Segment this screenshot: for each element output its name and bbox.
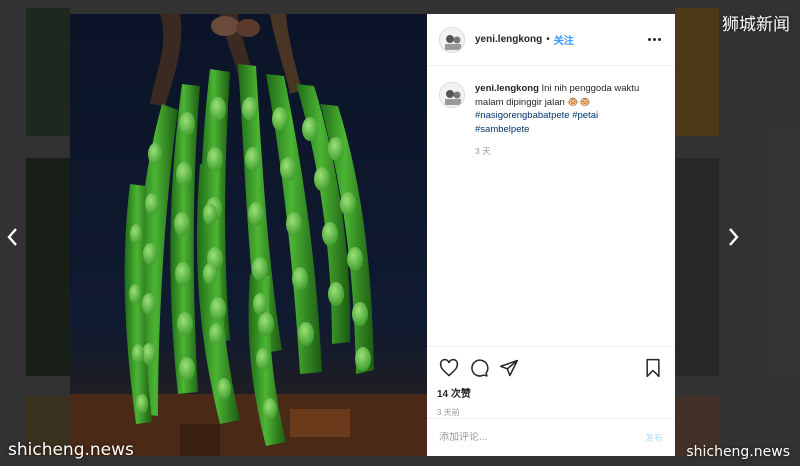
next-post-button[interactable] [722, 224, 744, 250]
comment-bar: 发布 [427, 418, 675, 456]
likes-count[interactable]: 14 次赞 [437, 385, 665, 400]
share-button[interactable] [497, 356, 521, 380]
post-timestamp: 3 天前 [437, 408, 460, 417]
hashtag-link[interactable]: #petai [572, 110, 598, 121]
action-icons-row [437, 355, 665, 381]
send-icon [499, 359, 519, 377]
post-header: yeni.lengkong • 关注 [427, 14, 675, 66]
avatar-image [440, 27, 464, 52]
caption-block: yeni.lengkong Ini nih penggoda waktu mal… [427, 66, 675, 159]
bookmark-icon [646, 358, 660, 378]
more-options-icon [647, 38, 651, 41]
petai-beans-photo [70, 14, 427, 456]
post-comment-button[interactable]: 发布 [645, 431, 663, 444]
post-actions: 14 次赞 3 天前 [427, 346, 675, 418]
hashtag-link[interactable]: #sambelpete [475, 124, 529, 135]
caption-username[interactable]: yeni.lengkong [475, 83, 539, 94]
more-options-icon [652, 38, 656, 41]
watermark-top: 狮城新闻 [722, 15, 790, 35]
caption-avatar[interactable] [439, 82, 465, 108]
save-button[interactable] [641, 356, 665, 380]
comment-icon [471, 359, 489, 377]
watermark-bottom-right: shicheng.news [686, 444, 790, 460]
post-modal: yeni.lengkong • 关注 yeni.lengkong Ini nih… [70, 14, 675, 456]
caption-body: yeni.lengkong Ini nih penggoda waktu mal… [475, 82, 663, 159]
like-button[interactable] [437, 356, 461, 380]
comment-input[interactable] [439, 432, 609, 443]
caption-timestamp: 3 天 [475, 146, 491, 156]
comment-button[interactable] [467, 356, 491, 380]
header-separator: • [546, 34, 550, 45]
chevron-right-icon [729, 228, 739, 246]
more-options-button[interactable] [645, 33, 663, 47]
avatar[interactable] [439, 26, 465, 53]
header-username[interactable]: yeni.lengkong [475, 34, 542, 45]
watermark-bottom-left: shicheng.news [8, 440, 134, 460]
more-options-icon [657, 38, 661, 41]
post-photo [70, 14, 427, 456]
follow-button[interactable]: 关注 [554, 32, 574, 47]
hashtag-link[interactable]: #nasigorengbabatpete [475, 110, 570, 121]
post-side-panel: yeni.lengkong • 关注 yeni.lengkong Ini nih… [427, 14, 675, 456]
previous-post-button[interactable] [2, 224, 24, 250]
avatar-image [440, 83, 464, 107]
heart-icon [439, 358, 459, 377]
chevron-left-icon [7, 228, 17, 246]
